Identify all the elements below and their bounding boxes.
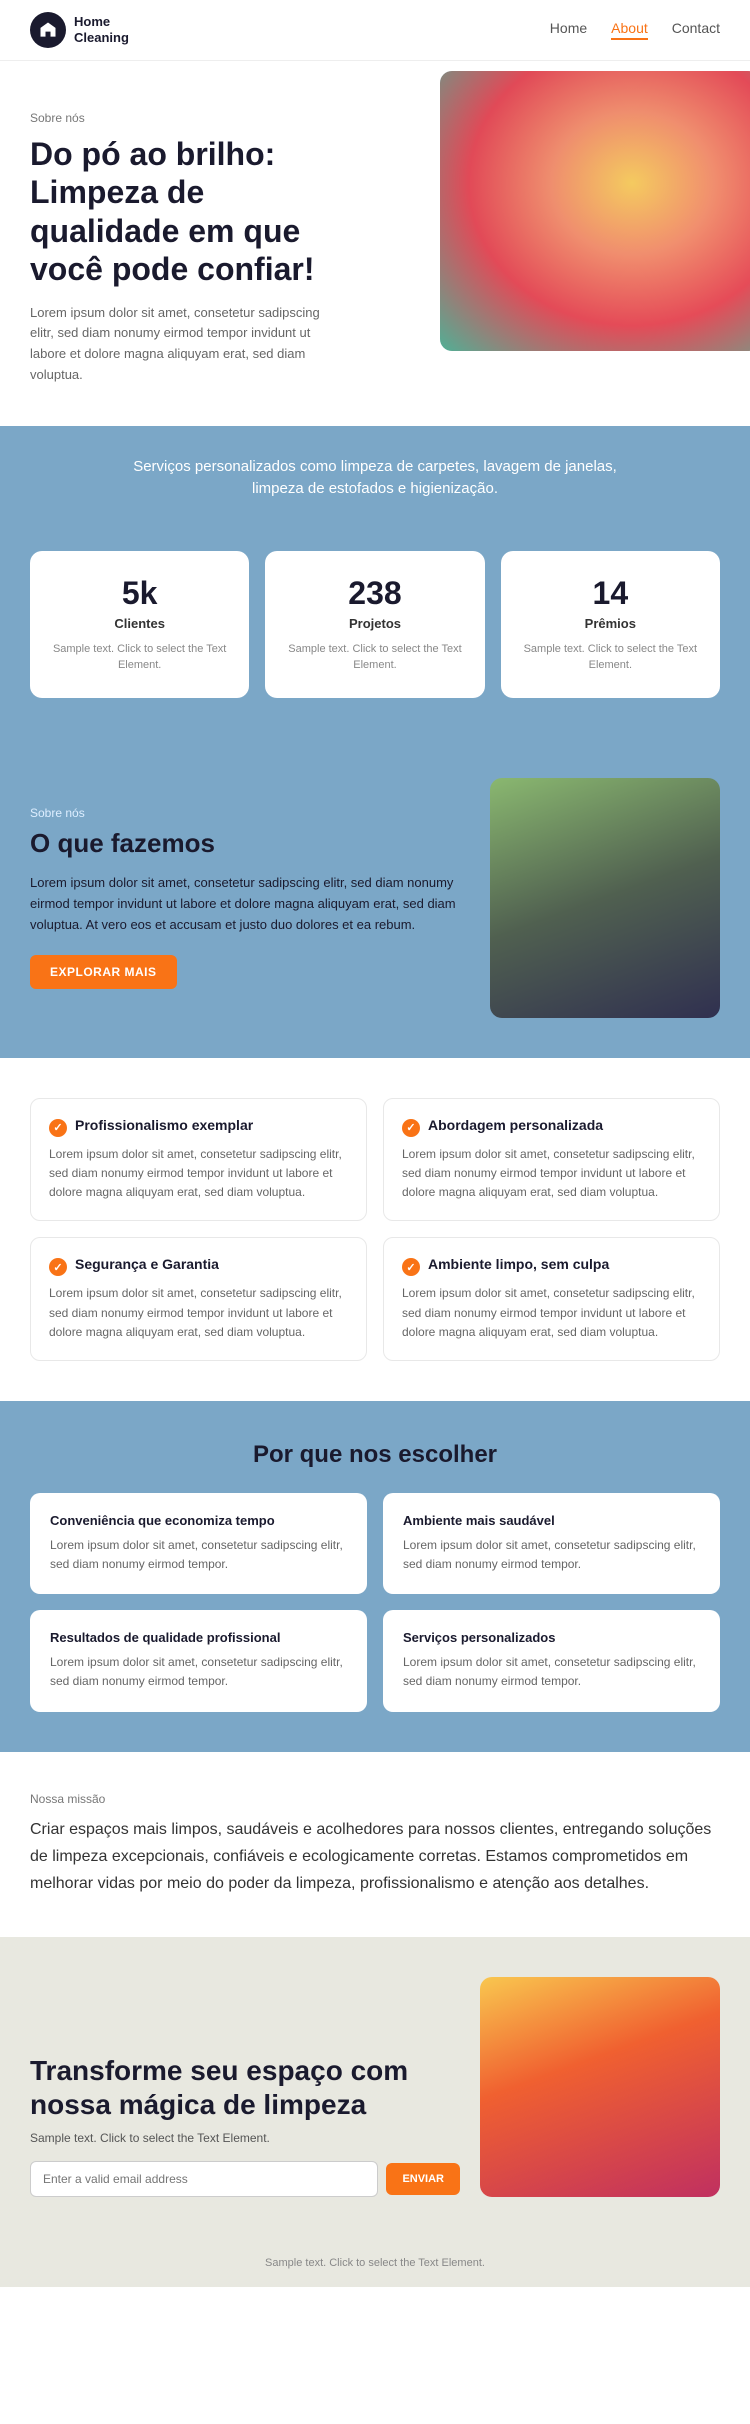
stat-card-2: 14 Prêmios Sample text. Click to select … <box>501 551 720 698</box>
why-section: Por que nos escolher Conveniência que ec… <box>0 1401 750 1752</box>
footer-note: Sample text. Click to select the Text El… <box>0 2237 750 2287</box>
hero-image <box>440 71 750 351</box>
stats-section: 5k Clientes Sample text. Click to select… <box>0 531 750 738</box>
mission-label: Nossa missão <box>30 1792 720 1806</box>
why-card-text-3: Lorem ipsum dolor sit amet, consetetur s… <box>403 1653 700 1691</box>
hero-image-placeholder <box>440 71 750 351</box>
submit-button[interactable]: ENVIAR <box>386 2163 460 2195</box>
why-grid: Conveniência que economiza tempo Lorem i… <box>30 1493 720 1712</box>
brand-name: Home Cleaning <box>74 14 129 45</box>
nav-contact[interactable]: Contact <box>672 20 720 40</box>
feature-text-0: Lorem ipsum dolor sit amet, consetetur s… <box>49 1145 348 1203</box>
why-card-text-1: Lorem ipsum dolor sit amet, consetetur s… <box>403 1536 700 1574</box>
feature-text-1: Lorem ipsum dolor sit amet, consetetur s… <box>402 1145 701 1203</box>
cta-image <box>480 1977 720 2197</box>
nav-about[interactable]: About <box>611 20 648 40</box>
feature-title-2: Segurança e Garantia <box>75 1256 219 1272</box>
cta-subtitle: Sample text. Click to select the Text El… <box>30 2131 460 2145</box>
what-section: Sobre nós O que fazemos Lorem ipsum dolo… <box>0 738 750 1058</box>
logo-icon <box>30 12 66 48</box>
mission-section: Nossa missão Criar espaços mais limpos, … <box>0 1752 750 1938</box>
features-section: Profissionalismo exemplar Lorem ipsum do… <box>0 1058 750 1401</box>
why-card-0: Conveniência que economiza tempo Lorem i… <box>30 1493 367 1594</box>
cta-section: Transforme seu espaço com nossa mágica d… <box>0 1937 750 2237</box>
why-card-3: Serviços personalizados Lorem ipsum dolo… <box>383 1610 720 1711</box>
check-icon-2 <box>49 1258 67 1276</box>
feature-title-row-2: Segurança e Garantia <box>49 1256 348 1276</box>
features-grid: Profissionalismo exemplar Lorem ipsum do… <box>30 1098 720 1361</box>
stat-label-0: Clientes <box>46 616 233 631</box>
stat-number-1: 238 <box>281 575 468 612</box>
stat-desc-0: Sample text. Click to select the Text El… <box>46 641 233 674</box>
check-icon-1 <box>402 1119 420 1137</box>
cta-content: Transforme seu espaço com nossa mágica d… <box>30 2054 460 2197</box>
cta-image-inner <box>480 1977 720 2197</box>
stat-label-2: Prêmios <box>517 616 704 631</box>
what-content: Sobre nós O que fazemos Lorem ipsum dolo… <box>30 806 470 989</box>
feature-title-3: Ambiente limpo, sem culpa <box>428 1256 609 1272</box>
logo: Home Cleaning <box>30 12 129 48</box>
stat-number-0: 5k <box>46 575 233 612</box>
cta-form: ENVIAR <box>30 2161 460 2197</box>
mission-text: Criar espaços mais limpos, saudáveis e a… <box>30 1816 720 1898</box>
why-card-title-2: Resultados de qualidade profissional <box>50 1630 347 1645</box>
services-band: Serviços personalizados como limpeza de … <box>0 426 750 531</box>
stat-card-0: 5k Clientes Sample text. Click to select… <box>30 551 249 698</box>
what-label: Sobre nós <box>30 806 470 820</box>
why-card-text-0: Lorem ipsum dolor sit amet, consetetur s… <box>50 1536 347 1574</box>
feature-title-row-0: Profissionalismo exemplar <box>49 1117 348 1137</box>
what-image <box>490 778 720 1018</box>
cta-title: Transforme seu espaço com nossa mágica d… <box>30 2054 460 2121</box>
feature-title-row-1: Abordagem personalizada <box>402 1117 701 1137</box>
hero-section: Sobre nós Do pó ao brilho: Limpeza de qu… <box>0 61 750 426</box>
footer-note-text: Sample text. Click to select the Text El… <box>265 2257 485 2269</box>
feature-card-3: Ambiente limpo, sem culpa Lorem ipsum do… <box>383 1237 720 1361</box>
check-icon-0 <box>49 1119 67 1137</box>
check-icon-3 <box>402 1258 420 1276</box>
why-card-title-1: Ambiente mais saudável <box>403 1513 700 1528</box>
why-card-2: Resultados de qualidade profissional Lor… <box>30 1610 367 1711</box>
nav-home[interactable]: Home <box>550 20 587 40</box>
why-card-title-0: Conveniência que economiza tempo <box>50 1513 347 1528</box>
explore-button[interactable]: EXPLORAR MAIS <box>30 955 177 989</box>
services-band-text: Serviços personalizados como limpeza de … <box>125 456 625 501</box>
what-title: O que fazemos <box>30 828 470 859</box>
feature-card-0: Profissionalismo exemplar Lorem ipsum do… <box>30 1098 367 1222</box>
feature-card-1: Abordagem personalizada Lorem ipsum dolo… <box>383 1098 720 1222</box>
stat-label-1: Projetos <box>281 616 468 631</box>
why-card-title-3: Serviços personalizados <box>403 1630 700 1645</box>
what-image-inner <box>490 778 720 1018</box>
feature-text-3: Lorem ipsum dolor sit amet, consetetur s… <box>402 1284 701 1342</box>
why-card-text-2: Lorem ipsum dolor sit amet, consetetur s… <box>50 1653 347 1691</box>
stat-number-2: 14 <box>517 575 704 612</box>
nav-links: Home About Contact <box>550 20 720 40</box>
feature-title-1: Abordagem personalizada <box>428 1117 603 1133</box>
navbar: Home Cleaning Home About Contact <box>0 0 750 61</box>
hero-title: Do pó ao brilho: Limpeza de qualidade em… <box>30 135 350 289</box>
why-title: Por que nos escolher <box>30 1441 720 1469</box>
stat-desc-2: Sample text. Click to select the Text El… <box>517 641 704 674</box>
email-field[interactable] <box>30 2161 378 2197</box>
stat-desc-1: Sample text. Click to select the Text El… <box>281 641 468 674</box>
stat-card-1: 238 Projetos Sample text. Click to selec… <box>265 551 484 698</box>
feature-title-0: Profissionalismo exemplar <box>75 1117 253 1133</box>
stats-grid: 5k Clientes Sample text. Click to select… <box>30 551 720 698</box>
feature-card-2: Segurança e Garantia Lorem ipsum dolor s… <box>30 1237 367 1361</box>
what-text: Lorem ipsum dolor sit amet, consetetur s… <box>30 873 470 935</box>
hero-text: Lorem ipsum dolor sit amet, consetetur s… <box>30 303 330 386</box>
feature-title-row-3: Ambiente limpo, sem culpa <box>402 1256 701 1276</box>
feature-text-2: Lorem ipsum dolor sit amet, consetetur s… <box>49 1284 348 1342</box>
why-card-1: Ambiente mais saudável Lorem ipsum dolor… <box>383 1493 720 1594</box>
